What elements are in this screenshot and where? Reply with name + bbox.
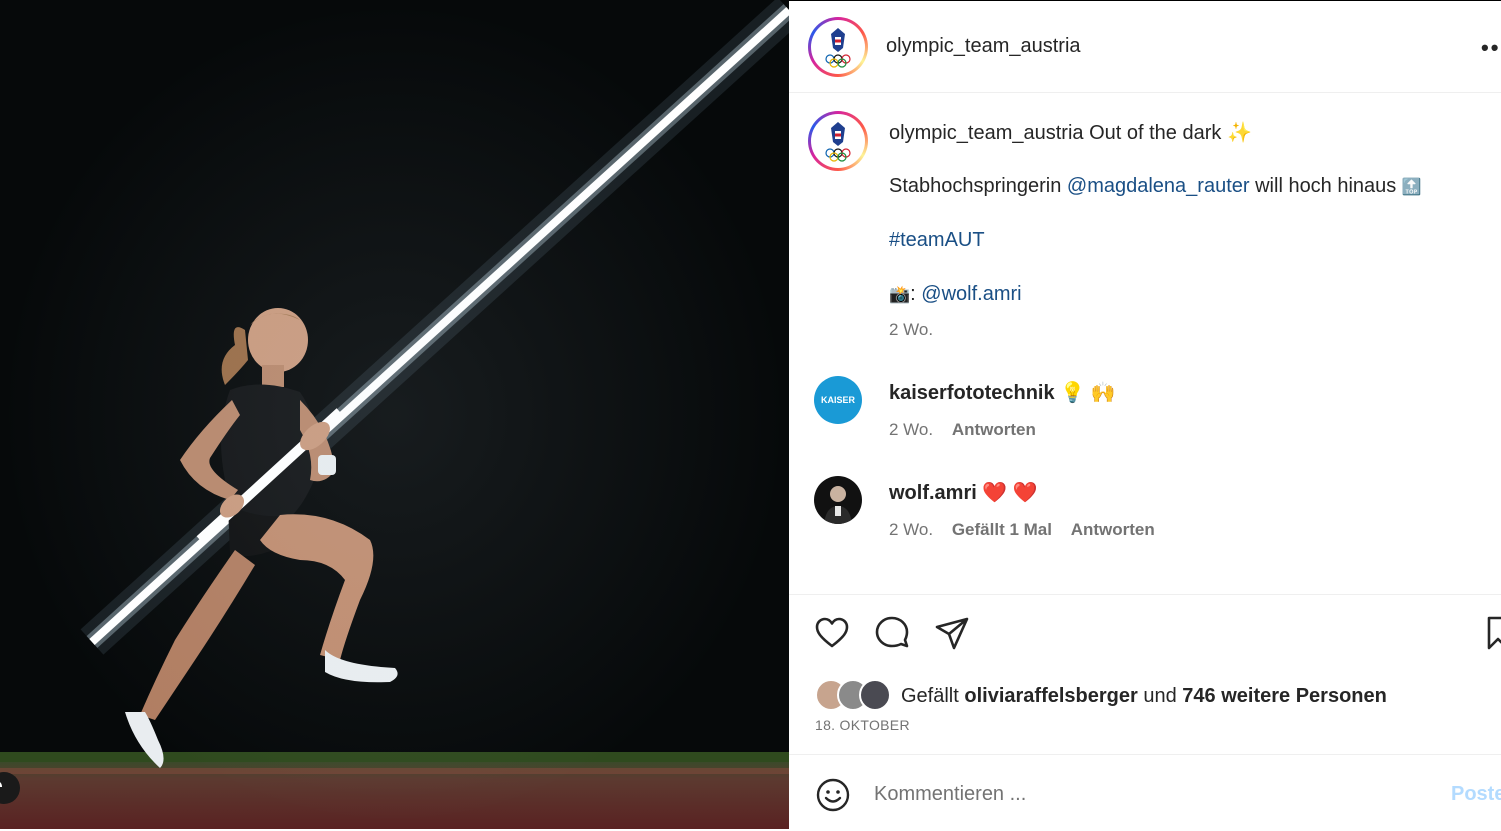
comment-composer: Kommentieren ... Poste bbox=[789, 754, 1501, 831]
author-username[interactable]: olympic_team_austria bbox=[886, 35, 1081, 58]
smiley-icon[interactable] bbox=[815, 777, 851, 813]
hashtag-link[interactable]: #teamAUT bbox=[889, 229, 985, 252]
speech-bubble-icon[interactable] bbox=[874, 615, 910, 651]
caption-timestamp[interactable]: 2 Wo. bbox=[889, 320, 933, 340]
photo-credit-line: 📸: @wolf.amri bbox=[889, 283, 1022, 306]
comment-meta: 2 Wo. Gefällt 1 Mal Antworten bbox=[889, 520, 1169, 540]
sparkle-icon: ✨ bbox=[1226, 122, 1252, 144]
post-details-panel: olympic_team_austria •• olympic_team_aus… bbox=[789, 0, 1501, 830]
post-comment-button[interactable]: Poste bbox=[1451, 783, 1501, 806]
top-arrow-icon: 🔝 bbox=[1401, 179, 1422, 196]
liker-username[interactable]: oliviaraffelsberger bbox=[964, 685, 1137, 707]
athlete-photo bbox=[0, 0, 789, 829]
bookmark-icon[interactable] bbox=[1485, 615, 1501, 651]
avatar-logo-text: KAISER bbox=[820, 395, 855, 405]
paper-plane-icon[interactable] bbox=[934, 615, 970, 651]
credit-mention-link[interactable]: @wolf.amri bbox=[921, 283, 1021, 305]
comment-body: wolf.amri ❤️ ❤️ bbox=[889, 480, 1038, 505]
post-date[interactable]: 18. OKTOBER bbox=[815, 717, 910, 733]
author-avatar[interactable] bbox=[808, 17, 868, 77]
credit-separator: : bbox=[910, 283, 916, 305]
caption-username[interactable]: olympic_team_austria bbox=[889, 122, 1084, 144]
comment-item: KAISER kaiserfototechnik 💡 🙌 2 Wo. Antwo… bbox=[789, 376, 1501, 446]
likes-count[interactable]: 746 weitere Personen bbox=[1182, 685, 1387, 707]
caption-title-line: olympic_team_austria Out of the dark ✨ bbox=[889, 120, 1252, 145]
comment-meta: 2 Wo. Antworten bbox=[889, 420, 1050, 440]
comment-text: ❤️ ❤️ bbox=[982, 482, 1038, 504]
heart-icon[interactable] bbox=[814, 615, 850, 651]
commenter-avatar[interactable]: KAISER bbox=[814, 376, 862, 424]
person-photo bbox=[824, 486, 852, 524]
reply-button[interactable]: Antworten bbox=[952, 420, 1036, 439]
commenter-username[interactable]: kaiserfototechnik bbox=[889, 382, 1055, 404]
post-actions: Gefällt oliviaraffelsberger und 746 weit… bbox=[789, 594, 1501, 755]
likes-prefix: Gefällt bbox=[901, 685, 959, 707]
comment-input[interactable]: Kommentieren ... bbox=[874, 783, 1026, 806]
caption-title: Out of the dark bbox=[1089, 122, 1222, 144]
reply-button[interactable]: Antworten bbox=[1071, 520, 1155, 539]
post-header: olympic_team_austria •• bbox=[789, 1, 1501, 93]
comment-body: kaiserfototechnik 💡 🙌 bbox=[889, 380, 1116, 405]
commenter-avatar[interactable] bbox=[814, 476, 862, 524]
comment-likes-link[interactable]: Gefällt 1 Mal bbox=[952, 520, 1052, 539]
more-options-button[interactable]: •• bbox=[1481, 35, 1500, 61]
liker-avatar bbox=[859, 679, 891, 711]
mention-link[interactable]: @magdalena_rauter bbox=[1067, 175, 1250, 197]
post-image[interactable] bbox=[0, 0, 789, 829]
comment-item: wolf.amri ❤️ ❤️ 2 Wo. Gefällt 1 Mal Antw… bbox=[789, 476, 1501, 546]
caption-author-avatar[interactable] bbox=[808, 111, 868, 171]
camera-icon: 📸 bbox=[889, 285, 911, 304]
likes-and: und bbox=[1143, 685, 1177, 707]
comment-timestamp[interactable]: 2 Wo. bbox=[889, 420, 933, 439]
commenter-username[interactable]: wolf.amri bbox=[889, 482, 977, 504]
caption-text: will hoch hinaus bbox=[1255, 175, 1397, 197]
comment-text: 💡 🙌 bbox=[1060, 382, 1116, 404]
olympic-austria-logo-icon bbox=[825, 122, 851, 162]
comment-timestamp[interactable]: 2 Wo. bbox=[889, 520, 933, 539]
caption-text: Stabhochspringerin bbox=[889, 175, 1062, 197]
olympic-austria-logo-icon bbox=[825, 28, 851, 68]
caption-body-line: Stabhochspringerin @magdalena_rauter wil… bbox=[889, 175, 1422, 198]
likes-summary[interactable]: Gefällt oliviaraffelsberger und 746 weit… bbox=[901, 685, 1387, 708]
